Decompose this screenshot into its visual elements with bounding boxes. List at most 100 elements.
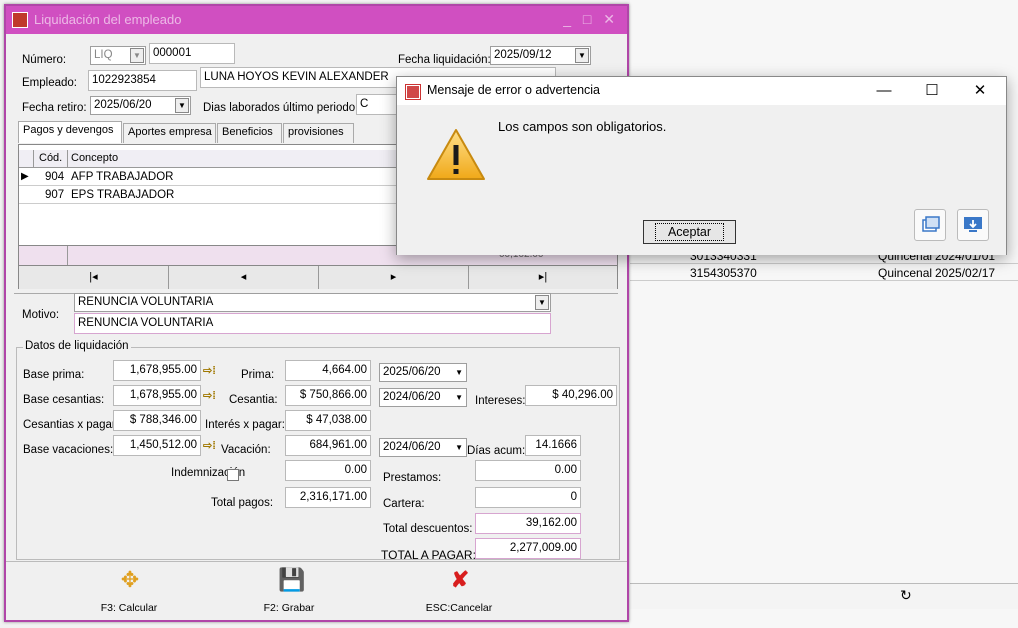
calc-icon[interactable]: ⇨⁞ bbox=[203, 439, 221, 453]
fecha-cesantia-select[interactable]: 2024/06/20 ▼ bbox=[379, 388, 467, 407]
fecha-prima-select[interactable]: 2025/06/20 ▼ bbox=[379, 363, 467, 382]
row-pointer-icon: ▶ bbox=[21, 171, 29, 182]
app-icon bbox=[405, 84, 421, 100]
copy-window-button[interactable] bbox=[914, 209, 946, 241]
total-pagar-input: 2,277,009.00 bbox=[475, 538, 581, 559]
phone-cell: 3154305370 bbox=[690, 266, 757, 280]
numero-type-value: LIQ bbox=[94, 49, 113, 61]
chevron-down-icon: ▼ bbox=[455, 443, 463, 452]
table-row[interactable]: 3154305370 Quincenal 2025/02/17 bbox=[630, 265, 1018, 281]
nav-last-button[interactable]: ▸| bbox=[469, 266, 617, 289]
dialog-titlebar[interactable]: Mensaje de error o advertencia — ☐ ✕ bbox=[397, 77, 1006, 105]
numero-input[interactable]: 000001 bbox=[149, 43, 235, 64]
col-header-concepto: Concepto bbox=[71, 152, 119, 164]
fecha-vacacion-select[interactable]: 2024/06/20 ▼ bbox=[379, 438, 467, 457]
base-cesantias-input[interactable]: 1,678,955.00 bbox=[113, 385, 201, 406]
intereses-input[interactable]: $ 40,296.00 bbox=[525, 385, 617, 406]
dialog-title: Mensaje de error o advertencia bbox=[427, 83, 601, 97]
calc-icon[interactable]: ⇨⁞ bbox=[203, 389, 221, 403]
maximize-button[interactable]: ☐ bbox=[909, 80, 955, 104]
tab-aportes-empresa[interactable]: Aportes empresa bbox=[123, 123, 216, 143]
warning-icon bbox=[427, 129, 485, 180]
empleado-id-input[interactable]: 1022923854 bbox=[88, 70, 197, 91]
aceptar-label: Aceptar bbox=[654, 223, 725, 241]
info-download-button[interactable] bbox=[957, 209, 989, 241]
vacacion-input[interactable]: 684,961.00 bbox=[285, 435, 371, 456]
tab-label: Pagos y devengos bbox=[23, 124, 114, 136]
motivo-select[interactable]: RENUNCIA VOLUNTARIA ▼ bbox=[74, 293, 551, 312]
prestamos-input[interactable]: 0.00 bbox=[475, 460, 581, 481]
dialog-message: Los campos son obligatorios. bbox=[498, 119, 667, 134]
nav-prev-button[interactable]: ◂ bbox=[169, 266, 319, 289]
fecha-vacacion-value: 2024/06/20 bbox=[383, 441, 441, 453]
base-prima-input[interactable]: 1,678,955.00 bbox=[113, 360, 201, 381]
row-cod: 904 bbox=[45, 171, 65, 183]
nav-last-icon: ▸| bbox=[538, 271, 548, 283]
row-cod: 907 bbox=[45, 189, 65, 201]
base-prima-label: Base prima: bbox=[23, 369, 85, 381]
save-disk-icon: 💾 bbox=[278, 567, 306, 592]
indemnizacion-input[interactable]: 0.00 bbox=[285, 460, 371, 481]
window-titlebar[interactable]: Liquidación del empleado _ □ ✕ bbox=[6, 6, 627, 34]
cartera-label: Cartera: bbox=[383, 498, 425, 510]
datos-liquidacion-group: Datos de liquidación Base prima: 1,678,9… bbox=[16, 340, 620, 562]
minimize-button[interactable]: — bbox=[861, 80, 907, 104]
numero-type-select[interactable]: LIQ ▼ bbox=[90, 46, 146, 65]
fecha-liquidacion-label: Fecha liquidación: bbox=[398, 54, 491, 66]
cesantia-input[interactable]: $ 750,866.00 bbox=[285, 385, 371, 406]
base-vacaciones-input[interactable]: 1,450,512.00 bbox=[113, 435, 201, 456]
grabar-button[interactable]: 💾 F2: Grabar bbox=[234, 562, 344, 621]
cesantia-label: Cesantia: bbox=[229, 394, 278, 406]
total-pagos-label: Total pagos: bbox=[211, 497, 274, 509]
fecha-retiro-label: Fecha retiro: bbox=[22, 102, 87, 114]
fecha-liquidacion-select[interactable]: 2025/09/12 ▼ bbox=[490, 46, 591, 65]
total-descuentos-label: Total descuentos: bbox=[383, 523, 473, 535]
grabar-label: F2: Grabar bbox=[263, 602, 315, 614]
app-icon bbox=[12, 12, 28, 28]
calcular-label: F3: Calcular bbox=[100, 602, 158, 614]
calc-icon[interactable]: ⇨⁞ bbox=[203, 364, 221, 378]
action-toolbar: ✥ F3: Calcular 💾 F2: Grabar ✘ ESC:Cancel… bbox=[6, 561, 627, 620]
dias-acum-input[interactable]: 14.1666 bbox=[525, 435, 581, 456]
monitor-download-icon bbox=[964, 217, 982, 232]
prima-input[interactable]: 4,664.00 bbox=[285, 360, 371, 381]
aceptar-button[interactable]: Aceptar bbox=[643, 220, 736, 244]
row-concepto: EPS TRABAJADOR bbox=[71, 189, 175, 201]
cartera-input[interactable]: 0 bbox=[475, 487, 581, 508]
chevron-down-icon: ▼ bbox=[455, 393, 463, 402]
intereses-label: Intereses: bbox=[475, 395, 526, 407]
nav-prev-icon: ◂ bbox=[240, 271, 247, 283]
total-pagos-input: 2,316,171.00 bbox=[285, 487, 371, 508]
group-legend: Datos de liquidación bbox=[23, 340, 131, 352]
motivo-text-field[interactable]: RENUNCIA VOLUNTARIA bbox=[74, 313, 551, 334]
cancel-x-icon: ✘ bbox=[450, 567, 470, 592]
dias-laborados-label: Dias laborados último periodo: bbox=[203, 102, 359, 114]
chevron-down-icon: ▼ bbox=[175, 98, 189, 113]
chevron-down-icon: ▼ bbox=[535, 295, 549, 310]
calcular-button[interactable]: ✥ F3: Calcular bbox=[74, 562, 184, 621]
chevron-down-icon: ▼ bbox=[130, 48, 144, 63]
dialog-body: Los campos son obligatorios. Aceptar bbox=[397, 105, 1006, 255]
window-title: Liquidación del empleado bbox=[34, 12, 182, 27]
tab-beneficios[interactable]: Beneficios bbox=[217, 123, 282, 143]
fecha-retiro-select[interactable]: 2025/06/20 ▼ bbox=[90, 96, 191, 115]
base-vacaciones-label: Base vacaciones: bbox=[23, 444, 114, 456]
interes-pagar-input[interactable]: $ 47,038.00 bbox=[285, 410, 371, 431]
tab-provisiones[interactable]: provisiones bbox=[283, 123, 354, 143]
chevron-down-icon: ▼ bbox=[455, 368, 463, 377]
interes-pagar-label: Interés x pagar: bbox=[205, 419, 285, 431]
nav-first-button[interactable]: |◂ bbox=[19, 266, 169, 289]
refresh-icon[interactable]: ↻ bbox=[900, 587, 912, 604]
cesantias-pagar-input[interactable]: $ 788,346.00 bbox=[113, 410, 201, 431]
dias-acum-label: Días acum: bbox=[467, 445, 526, 457]
tab-pagos-devengos[interactable]: Pagos y devengos bbox=[18, 121, 122, 143]
fecha-prima-value: 2025/06/20 bbox=[383, 366, 441, 378]
window-controls[interactable]: _ □ ✕ bbox=[563, 11, 619, 28]
empleado-label: Empleado: bbox=[22, 77, 77, 89]
nav-next-button[interactable]: ▸ bbox=[319, 266, 469, 289]
cancelar-button[interactable]: ✘ ESC:Cancelar bbox=[404, 562, 514, 621]
prima-label: Prima: bbox=[241, 369, 275, 381]
numero-label: Número: bbox=[22, 54, 67, 66]
close-button[interactable]: ✕ bbox=[957, 80, 1003, 104]
indemnizacion-checkbox[interactable] bbox=[227, 469, 239, 481]
